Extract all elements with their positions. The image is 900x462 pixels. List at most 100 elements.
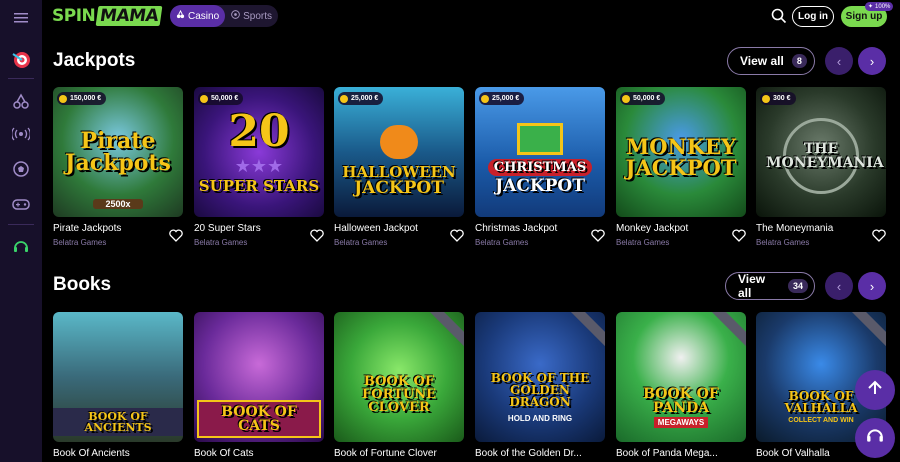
game-name[interactable]: Monkey Jackpot bbox=[616, 223, 726, 234]
scroll-to-top-button[interactable] bbox=[855, 370, 895, 410]
heart-icon[interactable] bbox=[310, 229, 324, 243]
game-name[interactable]: Book Of Valhalla bbox=[756, 448, 866, 459]
game-thumbnail[interactable]: 50,000 € MONKEY JACKPOT bbox=[616, 87, 746, 217]
game-card[interactable]: 150,000 € Pirate Jackpots 2500x Pirate J… bbox=[53, 87, 183, 247]
view-all-label: View all bbox=[740, 54, 784, 68]
game-thumbnail[interactable]: 150,000 € Pirate Jackpots 2500x bbox=[53, 87, 183, 217]
jackpot-badge: 50,000 € bbox=[620, 92, 666, 105]
game-provider: Belatra Games bbox=[756, 238, 810, 247]
game-art-subtitle: JACKPOT bbox=[625, 155, 737, 180]
heart-icon[interactable] bbox=[591, 229, 605, 243]
login-button[interactable]: Log in bbox=[792, 6, 834, 27]
menu-icon[interactable] bbox=[9, 6, 33, 30]
game-card[interactable]: BOOK OF FORTUNE CLOVER Book of Fortune C… bbox=[334, 312, 464, 459]
game-thumbnail[interactable]: BOOK OF ANCIENTS bbox=[53, 312, 183, 442]
target-icon[interactable] bbox=[9, 48, 33, 72]
jackpot-amount: 25,000 € bbox=[351, 95, 379, 102]
tab-casino-label: Casino bbox=[188, 10, 220, 22]
chevron-right-icon: › bbox=[869, 278, 875, 294]
game-card[interactable]: BOOK OF PANDA MEGAWAYS Book of Panda Meg… bbox=[616, 312, 746, 459]
game-thumbnail[interactable]: 50,000 € 20 ★★★ SUPER STARS bbox=[194, 87, 324, 217]
game-name[interactable]: Pirate Jackpots bbox=[53, 223, 163, 234]
product-toggle: Casino Sports bbox=[170, 5, 278, 27]
game-card[interactable]: 25,000 € HALLOWEEN JACKPOT Halloween Jac… bbox=[334, 87, 464, 247]
game-thumbnail[interactable]: 25,000 € HALLOWEEN JACKPOT bbox=[334, 87, 464, 217]
view-all-button[interactable]: View all 34 bbox=[725, 272, 815, 300]
game-thumbnail[interactable]: 300 € THE MONEYMANIA bbox=[756, 87, 886, 217]
provider-ribbon bbox=[423, 312, 464, 352]
gamepad-icon[interactable] bbox=[9, 192, 33, 216]
game-card[interactable]: BOOK OF THE GOLDEN DRAGON HOLD AND RING … bbox=[475, 312, 605, 459]
signup-bonus-badge: ✦ 100% bbox=[865, 2, 894, 11]
game-name[interactable]: Halloween Jackpot bbox=[334, 223, 444, 234]
cherries-icon[interactable] bbox=[9, 89, 33, 113]
game-art-subtitle: COLLECT AND WIN bbox=[788, 417, 854, 424]
game-art-title: BOOK OF PANDA bbox=[643, 385, 719, 416]
game-card[interactable]: 50,000 € MONKEY JACKPOT Monkey Jackpot B… bbox=[616, 87, 746, 247]
game-art-title: BOOK OF CATS bbox=[197, 400, 321, 438]
game-name[interactable]: Christmas Jackpot bbox=[475, 223, 585, 234]
jackpot-amount: 25,000 € bbox=[492, 95, 520, 102]
game-name[interactable]: Book of the Golden Dr... bbox=[475, 448, 585, 459]
game-art-subtitle: JACKPOT bbox=[354, 178, 444, 198]
view-all-button[interactable]: View all 8 bbox=[727, 47, 815, 75]
game-card[interactable]: BOOK OF ANCIENTS Book Of Ancients bbox=[53, 312, 183, 459]
game-name[interactable]: Book Of Ancients bbox=[53, 448, 163, 459]
logo-part-mama: MAMA bbox=[95, 6, 163, 26]
game-card[interactable]: 50,000 € 20 ★★★ SUPER STARS 20 Super Sta… bbox=[194, 87, 324, 247]
provider-ribbon bbox=[705, 312, 746, 352]
heart-icon[interactable] bbox=[872, 229, 886, 243]
carousel-next-button[interactable]: › bbox=[858, 47, 886, 75]
tab-sports[interactable]: Sports bbox=[225, 5, 278, 27]
game-name[interactable]: Book of Fortune Clover bbox=[334, 448, 444, 459]
soccer-ball-icon[interactable] bbox=[9, 157, 33, 181]
game-thumbnail[interactable]: BOOK OF CATS bbox=[194, 312, 324, 442]
game-art-title: 20 bbox=[228, 106, 290, 157]
headset-icon[interactable] bbox=[9, 235, 33, 259]
search-icon[interactable] bbox=[770, 7, 788, 25]
carousel-prev-button[interactable]: ‹ bbox=[825, 272, 853, 300]
logo-part-spin: SPIN bbox=[52, 6, 96, 26]
game-art-title: BOOK OF FORTUNE CLOVER bbox=[362, 373, 436, 415]
game-name[interactable]: Book Of Cats bbox=[194, 448, 304, 459]
carousel-prev-button[interactable]: ‹ bbox=[825, 47, 853, 75]
arrow-up-icon bbox=[866, 379, 884, 402]
logo[interactable]: SPIN MAMA bbox=[52, 5, 163, 27]
carousel-next-button[interactable]: › bbox=[858, 272, 886, 300]
coin-icon bbox=[762, 94, 770, 103]
game-thumbnail[interactable]: BOOK OF THE GOLDEN DRAGON HOLD AND RING bbox=[475, 312, 605, 442]
game-thumbnail[interactable]: BOOK OF PANDA MEGAWAYS bbox=[616, 312, 746, 442]
heart-icon[interactable] bbox=[732, 229, 746, 243]
jackpot-badge: 25,000 € bbox=[338, 92, 384, 105]
game-thumbnail[interactable]: BOOK OF FORTUNE CLOVER bbox=[334, 312, 464, 442]
support-chat-button[interactable] bbox=[855, 418, 895, 458]
heart-icon[interactable] bbox=[450, 229, 464, 243]
jackpot-amount: 50,000 € bbox=[211, 95, 239, 102]
tab-casino[interactable]: Casino bbox=[170, 5, 226, 27]
game-art-subtitle: MEGAWAYS bbox=[653, 416, 709, 428]
sidebar-divider bbox=[8, 78, 34, 79]
game-art-title: BOOK OF THE GOLDEN DRAGON bbox=[490, 370, 590, 409]
chevron-left-icon: ‹ bbox=[836, 278, 842, 294]
coin-icon bbox=[59, 94, 67, 103]
chevron-left-icon: ‹ bbox=[836, 53, 842, 69]
game-card[interactable]: 300 € THE MONEYMANIA The Moneymania Bela… bbox=[756, 87, 886, 247]
live-broadcast-icon[interactable] bbox=[9, 122, 33, 146]
game-art-title: Pirate Jackpots bbox=[65, 128, 171, 176]
game-provider: Belatra Games bbox=[334, 238, 388, 247]
provider-ribbon bbox=[564, 312, 605, 352]
signup-bonus-text: 100% bbox=[875, 3, 891, 10]
jackpot-amount: 300 € bbox=[773, 95, 791, 102]
game-provider: Belatra Games bbox=[53, 238, 107, 247]
pumpkin-icon bbox=[380, 125, 418, 159]
headset-icon bbox=[866, 427, 884, 450]
game-card[interactable]: 25,000 € CHRISTMAS JACKPOT Christmas Jac… bbox=[475, 87, 605, 247]
heart-icon[interactable] bbox=[169, 229, 183, 243]
game-name[interactable]: 20 Super Stars bbox=[194, 223, 304, 234]
jackpot-badge: 150,000 € bbox=[57, 92, 107, 105]
game-card[interactable]: BOOK OF CATS Book Of Cats bbox=[194, 312, 324, 459]
game-name[interactable]: The Moneymania bbox=[756, 223, 866, 234]
game-thumbnail[interactable]: 25,000 € CHRISTMAS JACKPOT bbox=[475, 87, 605, 217]
game-art-subtitle: HOLD AND RING bbox=[507, 413, 573, 423]
game-name[interactable]: Book of Panda Mega... bbox=[616, 448, 726, 459]
